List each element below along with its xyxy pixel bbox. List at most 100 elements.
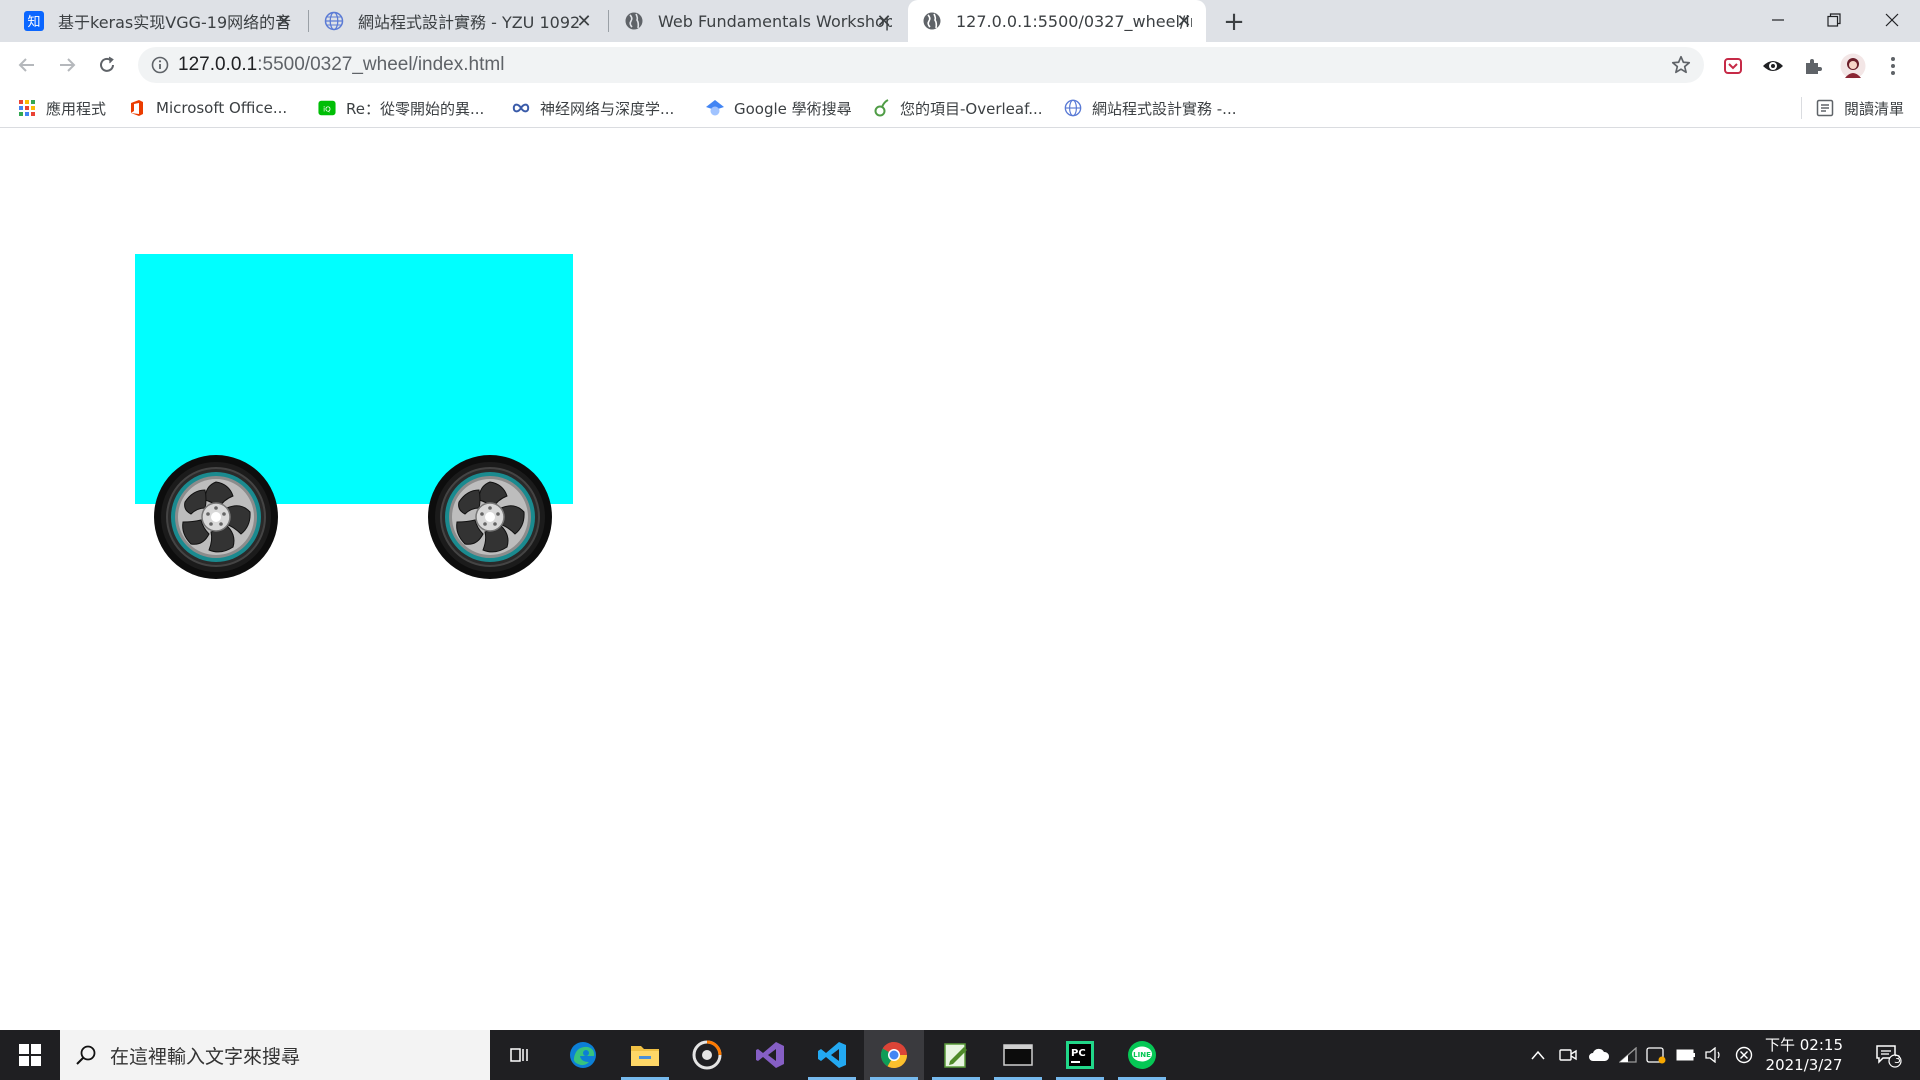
tab-close-icon[interactable]: ✕ [574, 11, 594, 32]
bookmark-nndl[interactable]: 神经网络与深度学... [512, 96, 674, 120]
tab-separator [308, 10, 309, 32]
taskbar-media-app[interactable] [677, 1030, 737, 1080]
start-button[interactable] [0, 1030, 60, 1080]
eye-extension-button[interactable] [1760, 53, 1786, 79]
wheel-rear [428, 455, 552, 579]
folder-icon [631, 1046, 659, 1066]
tray-onedrive[interactable] [1586, 1030, 1612, 1080]
action-center-button[interactable]: 3 [1862, 1030, 1914, 1080]
infinity-icon [512, 99, 530, 117]
globe-icon [1064, 99, 1082, 117]
bookmark-star-icon[interactable] [1670, 54, 1692, 76]
reload-icon [100, 56, 114, 72]
tray-network[interactable] [1616, 1030, 1640, 1080]
tab-close-icon[interactable]: ✕ [874, 11, 894, 32]
bookmark-yzu[interactable]: 網站程式設計實務 -... [1064, 96, 1237, 120]
overleaf-icon [872, 99, 890, 117]
tab-title: Web Fundamentals Workshop [658, 11, 892, 31]
restore-icon [1827, 13, 1841, 27]
minimize-icon [1772, 19, 1784, 21]
taskbar-terminal[interactable] [988, 1030, 1048, 1080]
tab-close-icon[interactable]: ✕ [274, 11, 294, 32]
info-icon[interactable] [150, 55, 170, 75]
bookmark-iqiyi[interactable]: iQ Re：從零開始的異... [318, 96, 484, 120]
url-path: :5500/0327_wheel/index.html [257, 54, 505, 75]
menu-button[interactable] [1880, 53, 1906, 79]
shield-icon [1646, 1047, 1666, 1064]
disc-icon [692, 1040, 722, 1070]
reading-list-icon [1816, 99, 1834, 117]
tray-security[interactable] [1644, 1030, 1668, 1080]
tab-active-wheel[interactable]: 127.0.0.1:5500/0327_wheel/ind ✕ [908, 0, 1206, 42]
taskbar-pycharm[interactable]: PC [1050, 1030, 1110, 1080]
taskbar-visual-studio[interactable] [740, 1030, 800, 1080]
windows-logo-icon [19, 1044, 41, 1066]
tray-battery[interactable] [1674, 1030, 1698, 1080]
address-bar[interactable]: 127.0.0.1:5500/0327_wheel/index.html [138, 47, 1704, 83]
apps-grid-icon [18, 99, 36, 117]
task-view-button[interactable] [490, 1030, 550, 1080]
browser-toolbar: 127.0.0.1:5500/0327_wheel/index.html [0, 42, 1920, 88]
edge-icon [570, 1042, 596, 1068]
bookmark-label: Google 學術搜尋 [734, 99, 852, 118]
zhihu-icon: 知 [24, 11, 44, 31]
clock-date: 2021/3/27 [1765, 1056, 1843, 1074]
iqiyi-icon: iQ [318, 99, 336, 117]
tab-title: 127.0.0.1:5500/0327_wheel/ind [956, 11, 1192, 31]
svg-text:LINE: LINE [1133, 1051, 1151, 1059]
bookmark-google-scholar[interactable]: Google 學術搜尋 [706, 96, 852, 120]
svg-text:知: 知 [27, 14, 40, 30]
back-button[interactable] [12, 50, 42, 80]
puzzle-icon [1806, 59, 1822, 74]
tray-status[interactable] [1732, 1030, 1756, 1080]
office-icon [128, 99, 146, 117]
tray-meet[interactable] [1556, 1030, 1580, 1080]
tab-separator [608, 10, 609, 32]
reading-list-label: 閱讀清單 [1843, 99, 1904, 118]
bookmark-apps[interactable]: 應用程式 [18, 96, 106, 120]
taskbar-edge[interactable] [553, 1030, 613, 1080]
url-text[interactable]: 127.0.0.1:5500/0327_wheel/index.html [178, 54, 504, 76]
new-tab-button[interactable]: + [1220, 7, 1248, 37]
taskbar-search-box[interactable]: 在這裡輸入文字來搜尋 [60, 1030, 490, 1080]
eye-icon [1763, 61, 1783, 71]
taskbar-vscode[interactable] [802, 1030, 862, 1080]
bookmark-overleaf[interactable]: 您的項目-Overleaf... [872, 96, 1043, 120]
bookmark-label: 神经网络与深度学... [540, 99, 675, 118]
svg-text:PC: PC [1071, 1048, 1086, 1059]
restore-button[interactable] [1806, 0, 1862, 40]
close-window-button[interactable] [1864, 0, 1920, 40]
reload-button[interactable] [92, 50, 122, 80]
bookmarks-bar: 應用程式 Microsoft Office... iQ Re：從零開始的異...… [0, 88, 1920, 128]
line-icon: LINE [1128, 1041, 1156, 1069]
profile-avatar[interactable] [1840, 53, 1866, 79]
tab-web-fundamentals[interactable]: Web Fundamentals Workshop ✕ [610, 0, 906, 42]
taskbar-line[interactable]: LINE [1112, 1030, 1172, 1080]
taskbar-notepad-app[interactable] [926, 1030, 986, 1080]
svg-text:iQ: iQ [323, 105, 331, 114]
tray-overflow-button[interactable] [1526, 1030, 1550, 1080]
tab-strip: 知 基于keras实现VGG-19网络的音 ✕ 網站程式設計實務 - YZU 1… [0, 0, 1920, 42]
tray-volume[interactable] [1702, 1030, 1726, 1080]
taskbar-clock[interactable]: 下午 02:15 2021/3/27 [1762, 1035, 1846, 1075]
taskbar-chrome[interactable] [864, 1030, 924, 1080]
chrome-icon [880, 1041, 908, 1069]
close-icon [1885, 13, 1899, 27]
search-placeholder: 在這裡輸入文字來搜尋 [110, 1045, 301, 1068]
tab-zhihu[interactable]: 知 基于keras实现VGG-19网络的音 ✕ [10, 0, 306, 42]
forward-button[interactable] [52, 50, 82, 80]
globe-icon [324, 11, 344, 31]
minimize-button[interactable] [1750, 0, 1806, 40]
chevron-up-icon [1531, 1050, 1545, 1060]
tab-yzu[interactable]: 網站程式設計實務 - YZU 1092 ✕ [310, 0, 606, 42]
taskbar-file-explorer[interactable] [615, 1030, 675, 1080]
bookmark-office[interactable]: Microsoft Office... [128, 96, 287, 120]
tab-title: 網站程式設計實務 - YZU 1092 [358, 13, 581, 32]
cloud-icon [1589, 1048, 1610, 1061]
pocket-extension-button[interactable] [1720, 53, 1746, 79]
battery-icon [1676, 1049, 1695, 1061]
extensions-button[interactable] [1800, 53, 1826, 79]
reading-list-button[interactable]: 閱讀清單 [1800, 96, 1904, 120]
search-icon [76, 1045, 96, 1065]
tab-close-icon[interactable]: ✕ [1174, 11, 1194, 32]
